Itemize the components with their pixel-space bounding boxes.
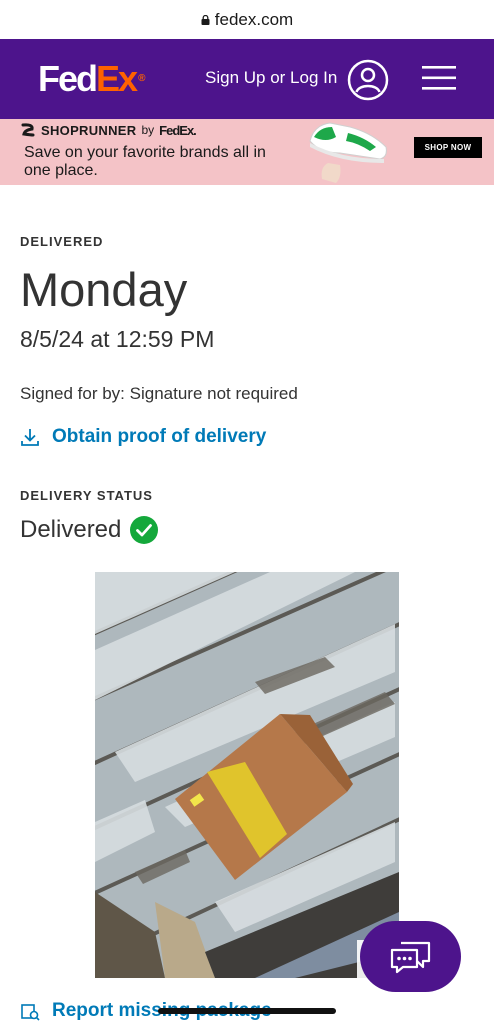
logo-ex: Ex (96, 58, 138, 99)
chat-bubbles-icon (390, 941, 430, 973)
shoprunner-banner[interactable]: SHOPRUNNER by FedEx. Save on your favori… (0, 119, 494, 185)
proof-of-delivery-link[interactable]: Obtain proof of delivery (20, 426, 266, 448)
banner-brand-name: SHOPRUNNER (41, 122, 137, 138)
delivery-datetime: 8/5/24 at 12:59 PM (20, 326, 215, 352)
sneaker-image (309, 122, 387, 183)
sign-in-link[interactable]: Sign Up or Log In (205, 68, 337, 88)
logo-mark: ® (138, 73, 146, 84)
package-search-icon (21, 1004, 40, 1021)
delivery-status: Delivered (20, 515, 159, 545)
shop-now-button[interactable]: SHOP NOW (414, 137, 482, 158)
menu-icon[interactable] (422, 64, 456, 92)
lock-icon (201, 14, 210, 25)
signed-for-text: Signed for by: Signature not required (20, 384, 298, 403)
proof-of-delivery-label: Obtain proof of delivery (52, 426, 267, 447)
banner-by: by (141, 123, 155, 137)
user-icon[interactable] (347, 59, 389, 101)
home-indicator (158, 1008, 336, 1014)
banner-partner: FedEx. (159, 122, 197, 138)
delivery-day: Monday (20, 263, 188, 316)
delivery-status-label: DELIVERY STATUS (20, 488, 153, 503)
download-icon (21, 429, 39, 446)
check-circle-icon (130, 516, 159, 544)
delivery-photo[interactable] (95, 572, 399, 978)
shoprunner-icon (21, 123, 35, 137)
chat-button[interactable] (360, 921, 461, 992)
logo-fed: Fed (38, 58, 98, 99)
site-header: FedEx ® Sign Up or Log In (0, 39, 494, 119)
browser-url: fedex.com (214, 9, 294, 29)
banner-tagline: Save on your favorite brands all in one … (24, 144, 266, 179)
delivery-status-value: Delivered (20, 516, 122, 543)
banner-brand: SHOPRUNNER by FedEx. (20, 122, 197, 138)
browser-url-bar[interactable]: fedex.com (0, 0, 494, 39)
fedex-logo[interactable]: FedEx ® (38, 59, 145, 99)
delivered-label: DELIVERED (20, 234, 104, 249)
